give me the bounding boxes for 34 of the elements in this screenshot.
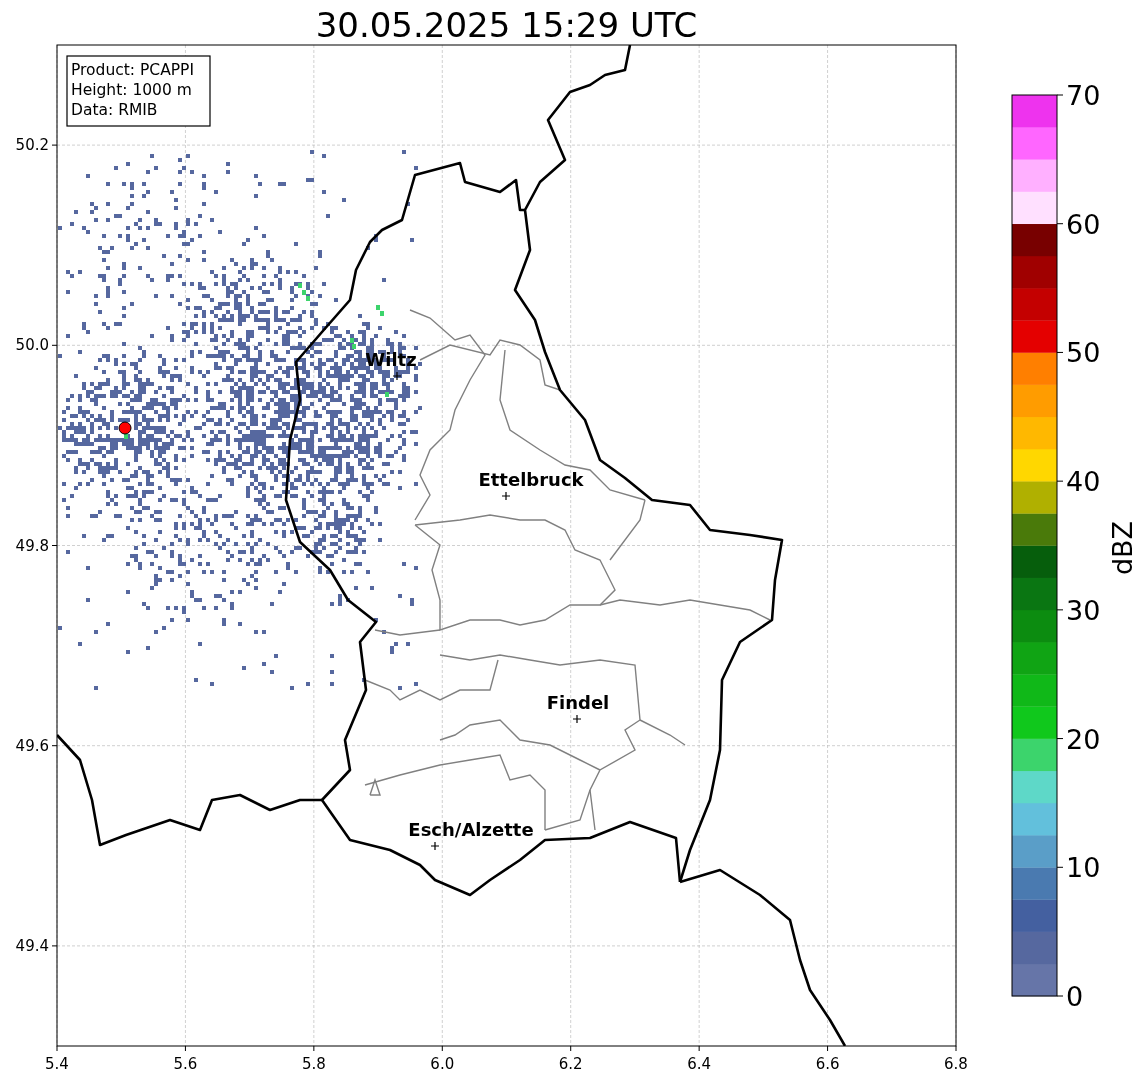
x-tick-label: 6.8 [944, 1055, 968, 1073]
city-label: Esch/Alzette [408, 819, 534, 840]
y-tick-label: 49.6 [15, 736, 49, 755]
colorbar-tick-label: 50 [1066, 337, 1101, 369]
x-tick-label: 5.8 [301, 1055, 326, 1073]
city-marker-icon [392, 371, 402, 381]
info-text: Data: RMIB [71, 101, 158, 119]
city-label: Ettelbruck [478, 469, 584, 490]
city-marker-icon [501, 491, 511, 501]
colorbar-tick-label: 30 [1066, 594, 1101, 626]
x-tick-label: 6.2 [558, 1055, 583, 1073]
x-tick-label: 6.0 [430, 1055, 455, 1073]
colorbar-label: dBZ [1107, 520, 1138, 576]
x-tick-label: 5.4 [45, 1055, 69, 1073]
x-tick-label: 6.4 [687, 1055, 712, 1073]
chart-title: 30.05.2025 15:29 UTC [315, 5, 698, 45]
city-marker-icon [430, 841, 440, 851]
info-text: Height: 1000 m [71, 81, 192, 99]
y-tick-label: 49.8 [15, 536, 49, 555]
city-label: Findel [546, 692, 610, 713]
x-tick-label: 5.6 [173, 1055, 198, 1073]
colorbar-tick-label: 40 [1066, 466, 1101, 498]
radar-site-marker [118, 421, 132, 435]
info-text: Product: PCAPPI [71, 61, 195, 79]
colorbar-tick-label: 70 [1066, 80, 1101, 111]
colorbar-tick-label: 0 [1066, 981, 1084, 1012]
colorbar-tick-label: 60 [1066, 208, 1101, 240]
colorbar-tick-label: 20 [1066, 723, 1101, 755]
y-tick-label: 50.0 [15, 336, 49, 355]
city-marker-icon [572, 714, 582, 724]
colorbar-tick-label: 10 [1066, 852, 1101, 884]
y-tick-label: 49.4 [15, 936, 49, 955]
x-tick-label: 6.6 [815, 1055, 840, 1073]
y-tick-label: 50.2 [15, 136, 49, 155]
